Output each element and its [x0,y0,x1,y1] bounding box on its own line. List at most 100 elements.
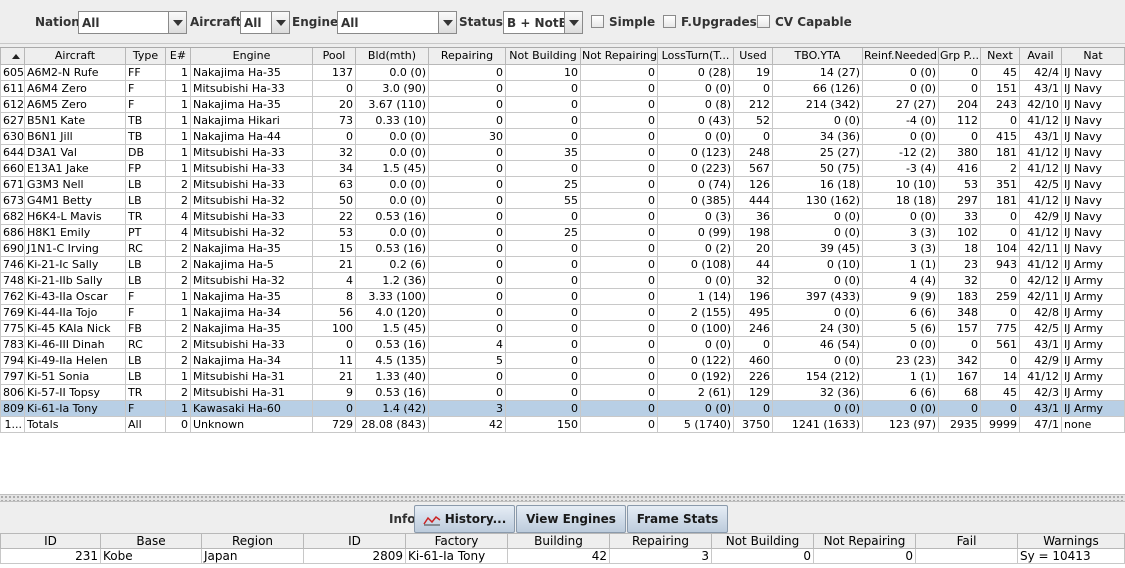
column-header-repairing[interactable]: Repairing [428,48,506,65]
status-select[interactable]: B + NotB [503,11,583,34]
detail-header-not-repairing[interactable]: Not Repairing [813,533,916,549]
column-header-pool[interactable]: Pool [312,48,356,65]
table-row[interactable]: 644 D3A1 Val DB 1 Mitsubishi Ha-33 32 0.0 (0) 0… [0,143,1125,161]
column-header-aircraft[interactable]: Aircraft [24,48,126,65]
cell-next: 0 [980,207,1020,225]
table-row[interactable]: 748 Ki-21-IIb Sally LB 2 Mitsubishi Ha-32 4 1.… [0,271,1125,289]
cell-group-pool: 53 [938,175,981,193]
chevron-down-icon[interactable] [168,12,186,33]
table-row[interactable]: 686 H8K1 Emily PT 4 Mitsubishi Ha-32 53 0.0 (0… [0,223,1125,241]
cell-build-rate: 0.0 (0) [355,127,429,145]
cell-aircraft: Ki-49-IIa Helen [24,351,126,369]
checkbox-icon[interactable] [663,15,676,28]
chevron-down-icon[interactable] [271,12,289,33]
history-button[interactable]: History... [414,505,515,533]
table-row[interactable]: 746 Ki-21-Ic Sally LB 2 Nakajima Ha-5 21 0.2 (… [0,255,1125,273]
table-row[interactable]: 605 A6M2-N Rufe FF 1 Nakajima Ha-35 137 0.0 (0… [0,63,1125,81]
table-row[interactable]: 660 E13A1 Jake FP 1 Mitsubishi Ha-33 34 1.5 (4… [0,159,1125,177]
cell-engine: Nakajima Ha-34 [190,303,313,321]
fupgrades-checkbox[interactable]: F.Upgrades [663,13,757,31]
detail-header-base-id[interactable]: ID [0,533,101,549]
table-row[interactable]: 611 A6M4 Zero F 1 Mitsubishi Ha-33 0 3.0 (90) 0… [0,79,1125,97]
column-header-not-building[interactable]: Not Building [505,48,581,65]
cell-pool: 0 [312,335,356,353]
table-row[interactable]: 794 Ki-49-IIa Helen LB 2 Nakajima Ha-34 11 4.5… [0,351,1125,369]
aircraft-select[interactable]: All [240,11,290,34]
cell-engine: Mitsubishi Ha-32 [190,223,313,241]
table-row[interactable]: 690 J1N1-C Irving RC 2 Nakajima Ha-35 15 0.53 … [0,239,1125,257]
table-row[interactable]: 806 Ki-57-II Topsy TR 2 Mitsubishi Ha-31 9 0.5… [0,383,1125,401]
column-header-engine[interactable]: Engine [190,48,313,65]
detail-header-repairing[interactable]: Repairing [609,533,712,549]
checkbox-icon[interactable] [591,15,604,28]
simple-checkbox[interactable]: Simple [591,13,671,31]
cell-not-repairing: 0 [580,271,658,289]
column-header-not-repairing[interactable]: Not Repairing [580,48,658,65]
detail-header-base[interactable]: Base [100,533,202,549]
detail-row[interactable]: 231 Kobe Japan 2809 Ki-61-Ia Tony 42 3 0 0 Sy = 1… [0,548,1125,564]
column-header-reinf-needed[interactable]: Reinf.Needed [862,48,939,65]
split-pane-divider[interactable] [0,494,1125,502]
cell-reinf-needed: 23 (23) [862,351,939,369]
cell-nation: IJ Navy [1061,95,1125,113]
cell-nation: IJ Navy [1061,143,1125,161]
cell-not-building: 0 [505,351,581,369]
column-header-group-pool[interactable]: Grp P... [938,48,981,65]
table-row[interactable]: 673 G4M1 Betty LB 2 Mitsubishi Ha-32 50 0.0 (0… [0,191,1125,209]
table-row[interactable]: 797 Ki-51 Sonia LB 1 Mitsubishi Ha-31 21 1.33 … [0,367,1125,385]
nation-select[interactable]: All [78,11,187,34]
cell-type: LB [125,255,166,273]
cell-build-rate: 4.5 (135) [355,351,429,369]
column-header-row-id[interactable] [0,48,25,65]
detail-header-not-building[interactable]: Not Building [711,533,814,549]
cell-group-pool: 32 [938,271,981,289]
frame-stats-button[interactable]: Frame Stats [627,505,728,533]
cell-repairing: 0 [428,303,506,321]
cell-nation: IJ Army [1061,287,1125,305]
checkbox-icon[interactable] [757,15,770,28]
cell-build-rate: 0.53 (16) [355,383,429,401]
cell-tbo-yta: 0 (0) [772,111,863,129]
table-row[interactable]: 809 Ki-61-Ia Tony F 1 Kawasaki Ha-60 0 1.4 (42… [0,399,1125,417]
column-header-tbo-yta[interactable]: TBO.YTA [772,48,863,65]
table-row[interactable]: 671 G3M3 Nell LB 2 Mitsubishi Ha-33 63 0.0 (0)… [0,175,1125,193]
column-header-engine-count[interactable]: E# [165,48,191,65]
table-row[interactable]: 630 B6N1 Jill TB 1 Nakajima Ha-44 0 0.0 (0) 30 0… [0,127,1125,145]
cv-capable-checkbox[interactable]: CV Capable [757,13,852,31]
table-row[interactable]: 627 B5N1 Kate TB 1 Nakajima Hikari 73 0.33 (10… [0,111,1125,129]
chevron-down-icon[interactable] [438,12,456,33]
column-header-used[interactable]: Used [733,48,773,65]
column-header-build-rate[interactable]: Bld(mth) [355,48,429,65]
view-engines-button[interactable]: View Engines [516,505,626,533]
cell-engine-count: 1 [165,143,191,161]
detail-header-warnings[interactable]: Warnings [1017,533,1125,549]
detail-header-fail[interactable]: Fail [915,533,1018,549]
column-header-type[interactable]: Type [125,48,166,65]
column-header-nation[interactable]: Nat [1061,48,1125,65]
column-header-loss-turn[interactable]: LossTurn(T... [657,48,734,65]
table-row[interactable]: 612 A6M5 Zero F 1 Nakajima Ha-35 20 3.67 (110)… [0,95,1125,113]
detail-header-building[interactable]: Building [507,533,610,549]
cell-not-building: 150 [505,415,581,433]
engine-select[interactable]: All [337,11,457,34]
totals-row[interactable]: 1... Totals All 0 Unknown 729 28.08 (843) 42 150… [0,415,1125,433]
cell-tbo-yta: 397 (433) [772,287,863,305]
cell-type: RC [125,335,166,353]
cell-not-repairing: 0 [580,207,658,225]
cell-build-rate: 1.5 (45) [355,159,429,177]
cell-row-id: 630 [0,127,25,145]
chevron-down-icon[interactable] [564,12,582,33]
table-row[interactable]: 682 H6K4-L Mavis TR 4 Mitsubishi Ha-33 22 0.53… [0,207,1125,225]
column-header-next[interactable]: Next [980,48,1020,65]
table-row[interactable]: 775 Ki-45 KAIa Nick FB 2 Nakajima Ha-35 100 1.… [0,319,1125,337]
table-row[interactable]: 769 Ki-44-IIa Tojo F 1 Nakajima Ha-34 56 4.0 (… [0,303,1125,321]
detail-header-factory-id[interactable]: ID [303,533,406,549]
detail-header-factory[interactable]: Factory [405,533,508,549]
cell-not-repairing: 0 [580,287,658,305]
table-row[interactable]: 762 Ki-43-IIa Oscar F 1 Nakajima Ha-35 8 3.33 … [0,287,1125,305]
column-header-avail[interactable]: Avail [1019,48,1062,65]
table-row[interactable]: 783 Ki-46-III Dinah RC 2 Mitsubishi Ha-33 0 0.… [0,335,1125,353]
aircraft-select-value: All [244,16,262,30]
detail-header-region[interactable]: Region [201,533,304,549]
cell-engine-count: 2 [165,175,191,193]
